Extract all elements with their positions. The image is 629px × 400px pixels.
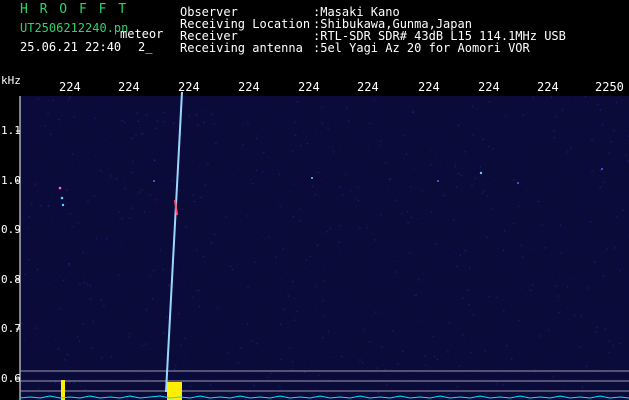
- noise-floor: [20, 396, 629, 398]
- meteor-trail: [166, 92, 182, 392]
- hrofft-window: H R O F F T UT2506212240.pn meteor 25.06…: [0, 0, 629, 400]
- spectrogram-overlay: [0, 0, 629, 400]
- small-echoes: [59, 168, 603, 206]
- y-tick-marks: [16, 131, 20, 379]
- yellow-marker-left: [61, 380, 65, 400]
